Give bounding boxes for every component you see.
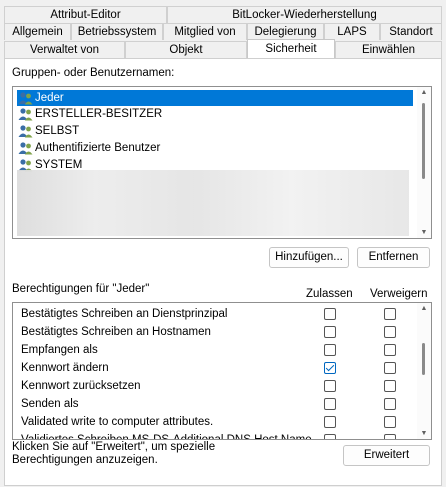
deny-checkbox[interactable] <box>384 434 396 439</box>
allow-checkbox[interactable] <box>324 380 336 392</box>
users-icon <box>18 125 33 138</box>
add-button[interactable]: Hinzufügen... <box>269 247 349 268</box>
permission-row: Validated write to computer attributes. <box>13 413 413 431</box>
tab-laps[interactable]: LAPS <box>324 23 380 40</box>
tab-attribut-editor[interactable]: Attribut-Editor <box>4 6 167 23</box>
permission-row: Senden als <box>13 395 413 413</box>
deny-checkbox[interactable] <box>384 344 396 356</box>
tab-delegierung[interactable]: Delegierung <box>247 23 324 40</box>
advanced-button[interactable]: Erweitert <box>343 445 430 466</box>
deny-checkbox[interactable] <box>384 326 396 338</box>
allow-checkbox[interactable] <box>324 344 336 356</box>
tab-sicherheit[interactable]: Sicherheit <box>247 39 335 58</box>
permission-name: Kennwort ändern <box>21 362 109 374</box>
advanced-hint: Klicken Sie auf "Erweitert", um speziell… <box>12 441 216 466</box>
tab-bitlocker-wiederherstellung[interactable]: BitLocker-Wiederherstellung <box>167 6 442 23</box>
allow-checkbox[interactable] <box>324 416 336 428</box>
list-item[interactable]: SELBST <box>17 123 83 139</box>
scroll-up-arrow-icon[interactable]: ▲ <box>417 89 431 96</box>
users-icon <box>18 92 33 105</box>
tab-verwaltet-von[interactable]: Verwaltet von <box>4 41 125 58</box>
deny-checkbox[interactable] <box>384 308 396 320</box>
deny-checkbox[interactable] <box>384 398 396 410</box>
tab-standort[interactable]: Standort <box>380 23 442 40</box>
users-icon <box>18 108 33 121</box>
tab-objekt[interactable]: Objekt <box>125 41 247 58</box>
deny-checkbox[interactable] <box>384 380 396 392</box>
allow-checkbox[interactable] <box>324 362 336 374</box>
permission-row: Kennwort zurücksetzen <box>13 377 413 395</box>
allow-checkbox[interactable] <box>324 434 336 439</box>
permission-row: Bestätigtes Schreiben an Hostnamen <box>13 323 413 341</box>
permission-name: Bestätigtes Schreiben an Hostnamen <box>21 326 211 338</box>
list-item[interactable]: Jeder <box>17 90 413 106</box>
scroll-up-arrow-icon[interactable]: ▲ <box>417 305 431 312</box>
permission-row: Empfangen als <box>13 341 413 359</box>
groups-label: Gruppen- oder Benutzernamen: <box>12 67 175 79</box>
tab-mitglied-von[interactable]: Mitglied von <box>163 23 247 40</box>
group-user-list[interactable]: Jeder ERSTELLER-BESITZER SELBST Authenti… <box>12 86 432 239</box>
permission-row: Validiertes Schreiben MS-DS-Additional D… <box>13 431 413 440</box>
deny-column-header: Verweigern <box>370 288 428 300</box>
list-item[interactable]: Authentifizierte Benutzer <box>17 140 164 156</box>
permission-name: Kennwort zurücksetzen <box>21 380 141 392</box>
allow-checkbox[interactable] <box>324 398 336 410</box>
permission-row: Bestätigtes Schreiben an Dienstprinzipal <box>13 305 413 323</box>
group-list-scrollbar[interactable]: ▲ ▼ <box>417 87 431 238</box>
allow-checkbox[interactable] <box>324 308 336 320</box>
permission-name: Validiertes Schreiben MS-DS-Additional D… <box>21 434 312 440</box>
deny-checkbox[interactable] <box>384 416 396 428</box>
scroll-down-arrow-icon[interactable]: ▼ <box>417 229 431 236</box>
redacted-entries <box>17 170 409 236</box>
allow-column-header: Zulassen <box>306 288 353 300</box>
allow-checkbox[interactable] <box>324 326 336 338</box>
permission-name: Bestätigtes Schreiben an Dienstprinzipal <box>21 308 228 320</box>
permission-row: Kennwort ändern <box>13 359 413 377</box>
scrollbar-thumb[interactable] <box>422 103 425 179</box>
remove-button[interactable]: Entfernen <box>357 247 430 268</box>
permissions-label: Berechtigungen für "Jeder" <box>12 283 150 295</box>
scrollbar-thumb[interactable] <box>422 343 425 375</box>
permission-name: Senden als <box>21 398 79 410</box>
deny-checkbox[interactable] <box>384 362 396 374</box>
permission-name: Empfangen als <box>21 344 98 356</box>
scroll-down-arrow-icon[interactable]: ▼ <box>417 430 431 437</box>
permissions-scrollbar[interactable]: ▲ ▼ <box>417 303 431 439</box>
tab-allgemein[interactable]: Allgemein <box>4 23 71 40</box>
tab-betriebssystem[interactable]: Betriebssystem <box>71 23 163 40</box>
permission-name: Validated write to computer attributes. <box>21 416 214 428</box>
tab-einwaehlen[interactable]: Einwählen <box>335 41 442 58</box>
list-item[interactable]: ERSTELLER-BESITZER <box>17 106 166 122</box>
permissions-list[interactable]: Bestätigtes Schreiben an Dienstprinzipal… <box>12 302 432 440</box>
users-icon <box>18 142 33 155</box>
